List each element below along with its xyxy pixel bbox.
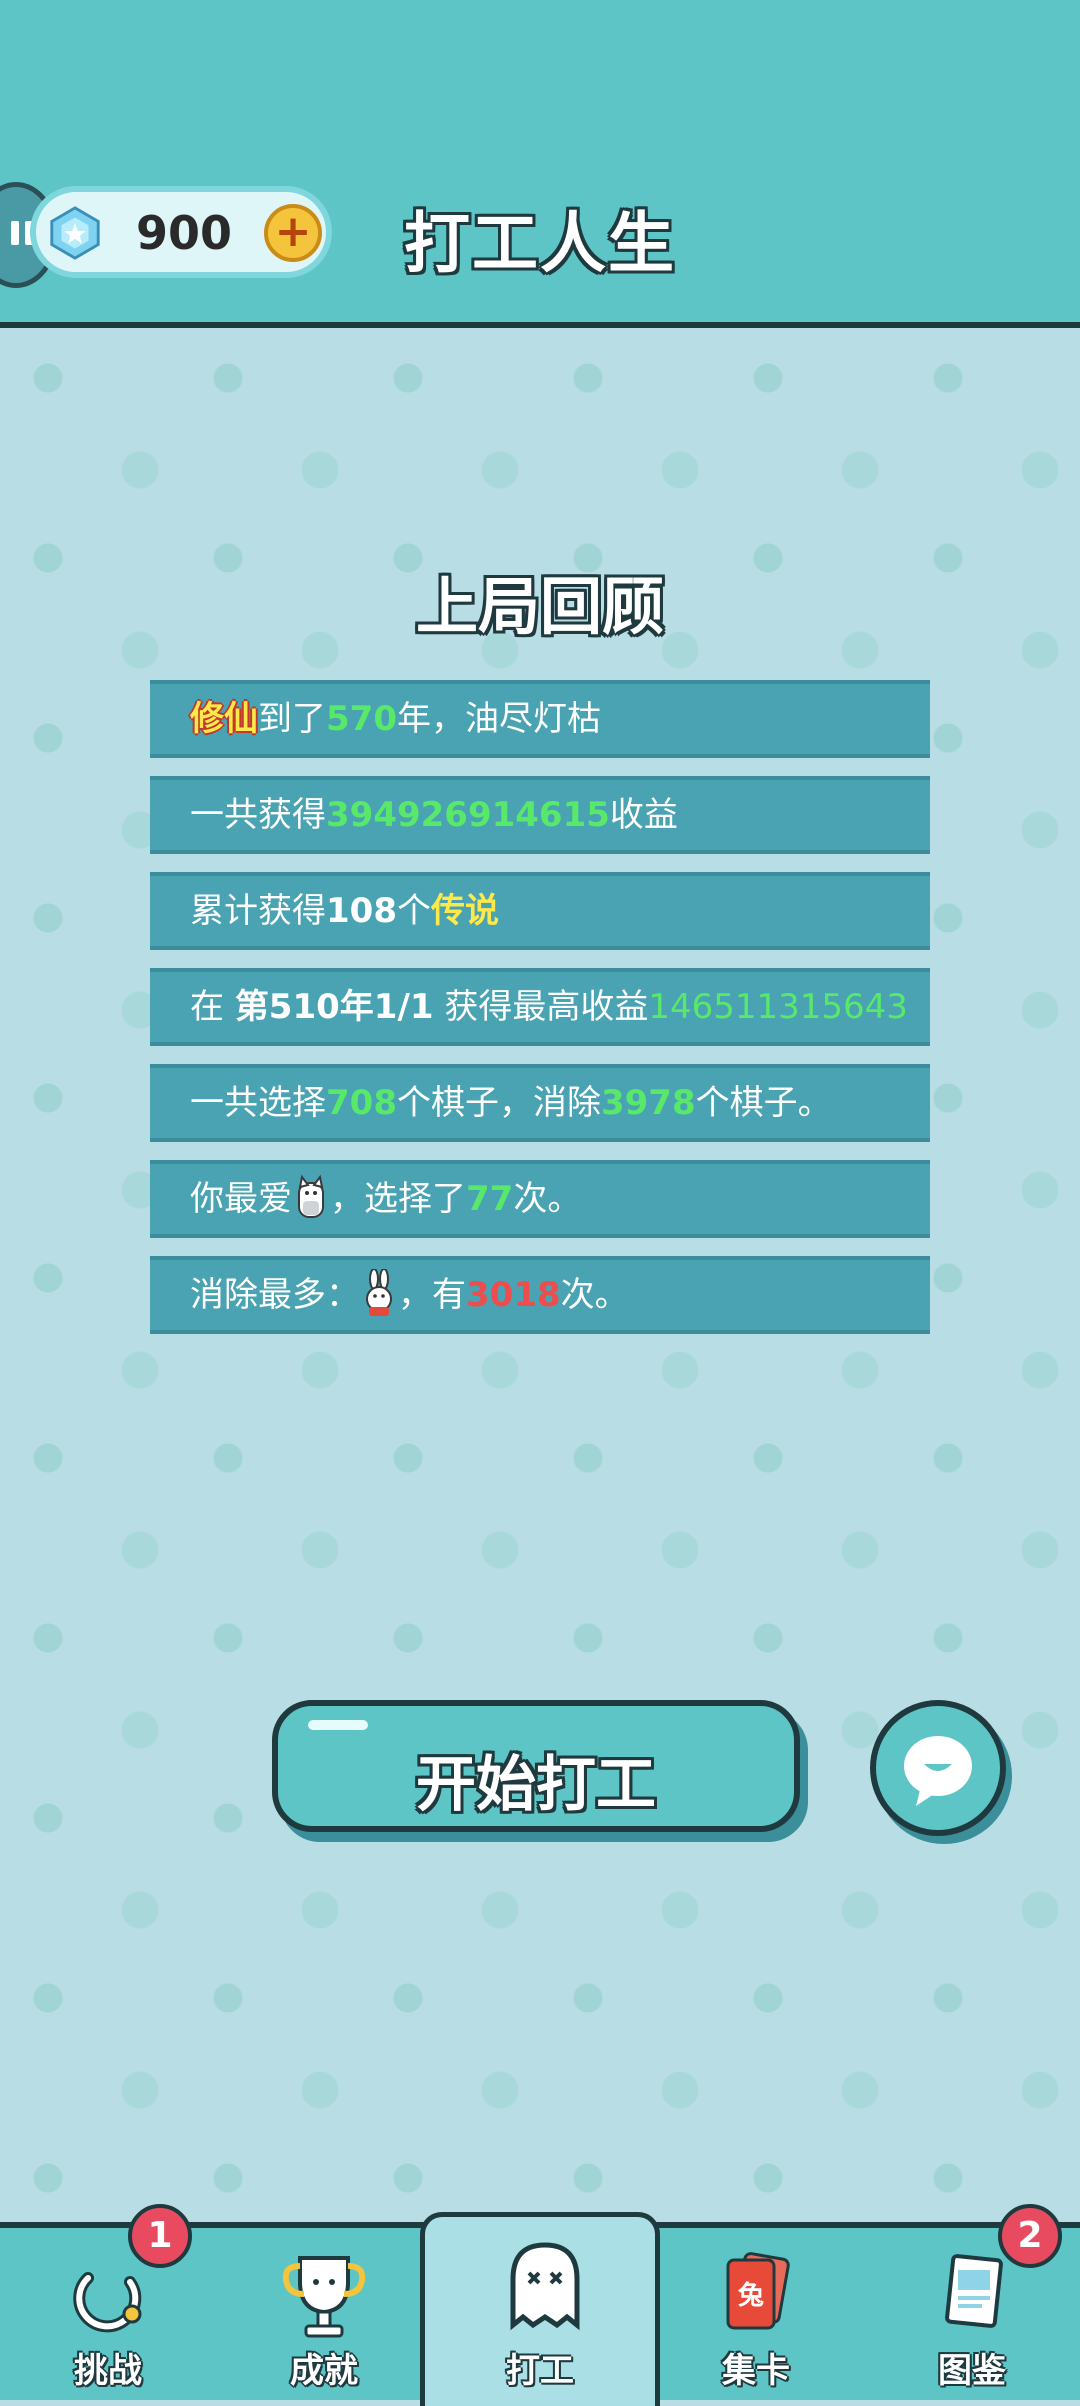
- recap-title: 上局回顾: [415, 570, 664, 643]
- nav-item-cards[interactable]: 兔 集卡: [648, 2228, 864, 2406]
- chat-button[interactable]: [870, 1700, 1006, 1836]
- cat-icon: [298, 1174, 324, 1218]
- recap-highlight: 传说: [430, 891, 499, 931]
- recap-value: 570: [326, 699, 397, 739]
- start-work-label: 开始打工: [416, 1750, 656, 1820]
- recap-row: 修仙到了570年，油尽灯枯: [150, 680, 930, 758]
- page-title: 打工人生: [404, 205, 676, 282]
- nav-item-work[interactable]: 打工: [420, 2212, 660, 2406]
- nav-label: 打工: [506, 2351, 574, 2391]
- nav-label: 挑战: [74, 2351, 142, 2391]
- recap-row: 一共选择708个棋子，消除3978个棋子。: [150, 1064, 930, 1142]
- ghost-icon: [510, 2242, 580, 2331]
- recap-row: 在 第510年1/1 获得最高收益146511315643: [150, 968, 930, 1046]
- book-icon: [945, 2254, 1003, 2328]
- notification-badge: 1: [128, 2204, 192, 2268]
- nav-item-challenge[interactable]: 挑战 1: [0, 2204, 216, 2406]
- recap-value: 394926914615: [326, 795, 610, 835]
- start-work-button[interactable]: 开始打工: [272, 1700, 800, 1832]
- button-shine: [308, 1720, 368, 1730]
- notification-badge: 2: [998, 2204, 1062, 2268]
- nav-label: 集卡: [722, 2351, 790, 2391]
- recap-highlight: 修仙: [190, 699, 258, 739]
- chat-bubble-icon: [904, 1736, 972, 1806]
- recap-row: 消除最多： ，有3018次。: [150, 1256, 930, 1334]
- rabbit-icon: [366, 1268, 392, 1316]
- trophy-icon: [282, 2256, 366, 2338]
- card-icon: 兔: [726, 2252, 790, 2330]
- recap-value: 3018: [466, 1275, 561, 1315]
- recap-value: 108: [326, 891, 397, 931]
- recap-row: 累计获得108个传说: [150, 872, 930, 950]
- nav-item-collection[interactable]: 图鉴 2: [864, 2204, 1080, 2406]
- nav-item-achievement[interactable]: 成就: [216, 2228, 432, 2406]
- nav-label: 成就: [290, 2351, 358, 2391]
- svg-text:兔: 兔: [738, 2281, 764, 2311]
- recap-value: 3978: [600, 1083, 696, 1123]
- recap-value: 77: [466, 1179, 514, 1219]
- bottom-nav: 挑战 1 成就 打工 兔 集卡 图鉴 2: [0, 2204, 1080, 2406]
- recap-row: 一共获得394926914615收益: [150, 776, 930, 854]
- nav-label: 图鉴: [938, 2351, 1006, 2391]
- header: 900 + 打工人生: [0, 0, 1080, 328]
- recap-date: 第510年1/1: [234, 987, 434, 1027]
- recap-value: 146511315643: [648, 987, 908, 1027]
- recap-value: 708: [326, 1083, 397, 1123]
- recap-row: 你最爱 ，选择了77次。: [150, 1160, 930, 1238]
